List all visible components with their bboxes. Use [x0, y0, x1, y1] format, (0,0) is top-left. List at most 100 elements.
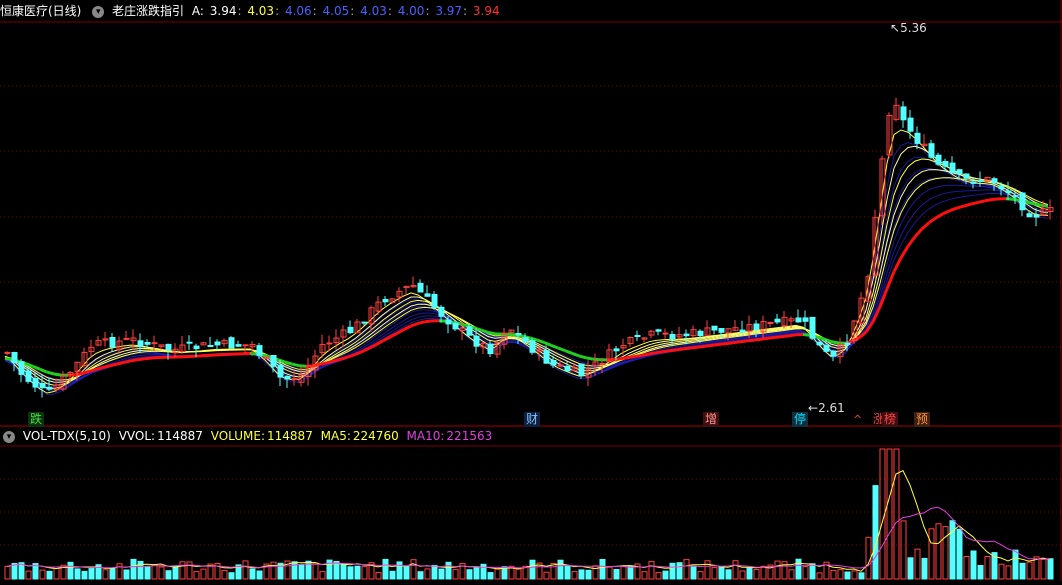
- volume-bar: [964, 557, 969, 580]
- candle-body: [292, 379, 297, 380]
- indicator-menu-icon[interactable]: ▾: [92, 6, 104, 18]
- trend-segment: [383, 337, 390, 341]
- trend-segment: [831, 342, 838, 343]
- volume-bar: [873, 486, 878, 579]
- volume-bar: [726, 570, 731, 579]
- candle-body: [558, 365, 563, 366]
- candle-body: [768, 323, 773, 324]
- trend-segment: [348, 355, 355, 358]
- trend-segment: [327, 361, 334, 363]
- candle-body: [5, 352, 10, 353]
- trend-segment: [803, 335, 810, 336]
- trend-segment: [460, 324, 467, 326]
- volume-bar: [607, 567, 612, 579]
- trend-segment: [411, 323, 418, 326]
- candle-body: [40, 384, 45, 388]
- candle-body: [824, 346, 829, 352]
- trend-segment: [96, 368, 103, 370]
- volume-bar: [845, 572, 850, 579]
- volume-bar: [789, 570, 794, 579]
- chart-window[interactable]: 恒康医疗(日线) ▾ 老庄涨跌指引 A: 3.94: 4.03: 4.06: 4…: [0, 0, 1062, 581]
- candle-body: [488, 344, 493, 354]
- trend-segment: [425, 321, 432, 322]
- trend-segment: [1041, 205, 1048, 206]
- signal-tag-ting: 停: [792, 412, 808, 427]
- candle-body: [1006, 191, 1011, 193]
- trend-segment: [579, 356, 586, 358]
- candle-body: [775, 319, 780, 322]
- candle-body: [964, 174, 969, 178]
- a-value-3: 4.06: [285, 4, 312, 18]
- trend-segment: [362, 348, 369, 351]
- sep-6: :: [425, 4, 429, 18]
- sep-5: :: [388, 4, 392, 18]
- volume-bar: [915, 549, 920, 579]
- candle-body: [187, 342, 192, 343]
- trend-segment: [621, 358, 628, 359]
- volume-bar: [1020, 563, 1025, 579]
- volume-bar: [89, 567, 94, 579]
- trend-segment: [145, 358, 152, 359]
- trend-segment: [488, 332, 495, 334]
- candle-body: [110, 338, 115, 348]
- volume-bar: [376, 573, 381, 580]
- trend-segment: [740, 341, 747, 342]
- trend-segment: [726, 343, 733, 344]
- volume-bar: [747, 568, 752, 579]
- sep-4: :: [350, 4, 354, 18]
- candle-body: [236, 345, 241, 347]
- volume-bar: [761, 566, 766, 579]
- volume-bar: [418, 572, 423, 579]
- trend-segment: [887, 272, 894, 289]
- volume-bar: [565, 566, 570, 579]
- volume-bar: [488, 573, 493, 579]
- volume-menu-icon[interactable]: ▾: [3, 431, 15, 443]
- candle-body: [950, 163, 955, 172]
- volume-bar: [404, 566, 409, 579]
- trend-segment: [544, 343, 551, 346]
- volume-bar: [810, 564, 815, 579]
- candle-body: [47, 387, 52, 389]
- volume-bar: [922, 558, 927, 579]
- trend-segment: [908, 237, 915, 247]
- volume-bar: [796, 559, 801, 579]
- volume-bar: [474, 568, 479, 579]
- trend-segment: [971, 202, 978, 204]
- trend-segment: [299, 366, 306, 367]
- volume-bar: [859, 573, 864, 579]
- ma10-value: 221563: [446, 429, 492, 443]
- candle-body: [26, 371, 31, 381]
- candlestick-chart[interactable]: [0, 0, 1062, 581]
- trend-segment: [684, 348, 691, 349]
- candle-body: [901, 107, 906, 120]
- trend-segment: [691, 347, 698, 348]
- trend-segment: [943, 211, 950, 214]
- volume-indicator: VOL-TDX(5,10): [23, 429, 111, 443]
- volume-bar: [271, 562, 276, 579]
- volume-bar: [222, 570, 227, 579]
- volume-bar: [173, 566, 178, 579]
- trend-segment: [775, 337, 782, 338]
- signal-tag-zeng: 增: [703, 412, 719, 427]
- a-value-6: 4.00: [398, 4, 425, 18]
- candle-body: [551, 360, 556, 365]
- volume-bar: [425, 569, 430, 579]
- volume-bar: [936, 524, 941, 579]
- signal-caret: ^: [851, 412, 864, 427]
- volume-bar: [341, 564, 346, 579]
- candle-body: [754, 324, 759, 330]
- trend-segment: [285, 362, 292, 364]
- candle-body: [796, 318, 801, 322]
- trend-segment: [628, 357, 635, 358]
- candle-body: [516, 334, 521, 335]
- volume-bar: [229, 573, 234, 579]
- volume-bar: [5, 566, 10, 579]
- trend-segment: [1006, 199, 1013, 200]
- candle-body: [33, 379, 38, 388]
- candle-body: [348, 327, 353, 332]
- trend-segment: [40, 369, 47, 372]
- candle-body: [229, 338, 234, 348]
- volume-bar: [495, 569, 500, 579]
- volume-bar: [446, 562, 451, 579]
- volume-bar: [733, 561, 738, 579]
